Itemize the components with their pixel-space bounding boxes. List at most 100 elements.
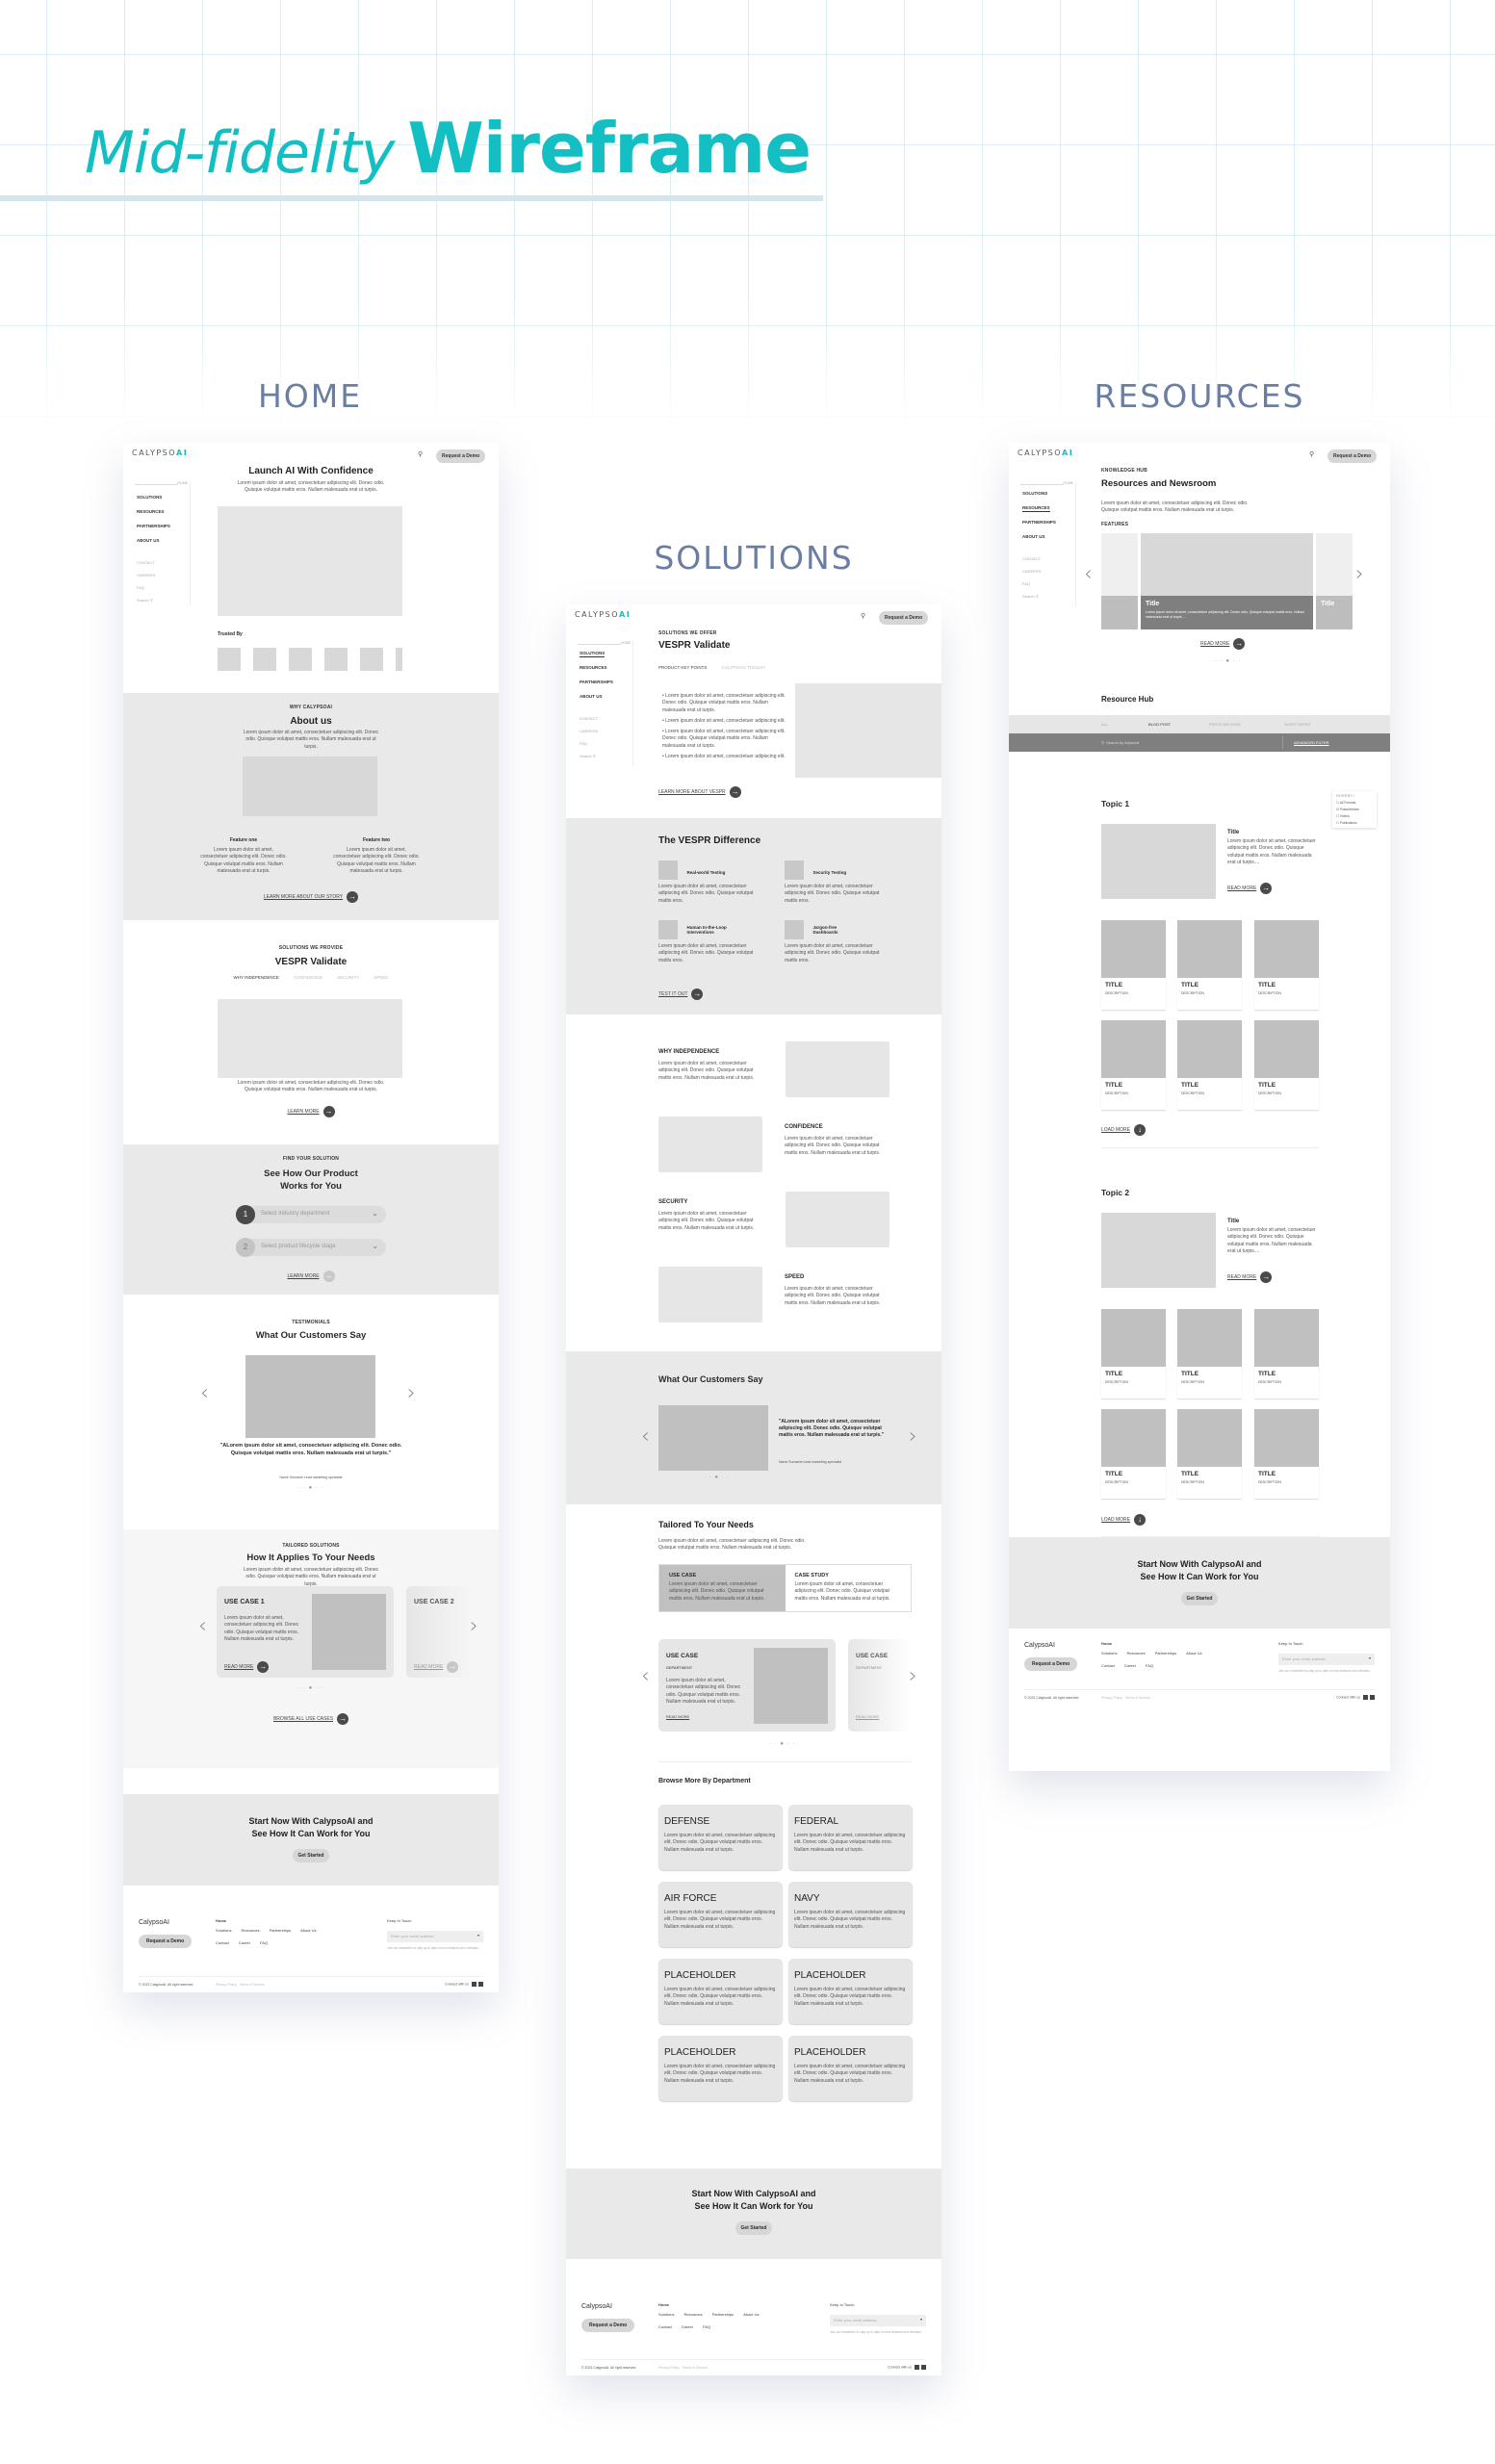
resource-tile[interactable]: TITLE DESCRIPTION (1177, 1409, 1242, 1499)
sidenav-item-resources[interactable]: RESOURCES (137, 509, 165, 514)
hub-tab-white-paper[interactable]: WHITE PAPER (1284, 715, 1310, 733)
resource-tile[interactable]: TITLE DESCRIPTION (1101, 920, 1166, 1010)
logo[interactable]: CALYPSOAI (1018, 449, 1073, 457)
search-icon[interactable]: ⚲ (861, 612, 865, 620)
sidenav-sub-faq[interactable]: FAQ (1022, 581, 1030, 586)
chevron-right-icon[interactable]: › (407, 1381, 416, 1405)
lifecycle-select[interactable]: 2 Select product lifecycle stage ⌄ (236, 1238, 386, 1257)
sidenav-item-partnerships[interactable]: PARTNERSHIPS (580, 680, 613, 684)
arrow-right-icon[interactable]: → (691, 988, 704, 1000)
email-input[interactable]: Enter your email address ▾ (830, 2315, 926, 2326)
sidenav-item-resources[interactable]: RESOURCES (1022, 505, 1050, 512)
request-demo-button[interactable]: Request a Demo (436, 449, 486, 463)
sidenav-item-solutions[interactable]: SOLUTIONS (137, 495, 162, 500)
chevron-right-icon[interactable]: › (909, 1424, 917, 1449)
arrow-right-icon[interactable]: → (322, 1105, 335, 1117)
resource-tile[interactable]: TITLE DESCRIPTION (1101, 1409, 1166, 1499)
resource-tile[interactable]: TITLE DESCRIPTION (1177, 1020, 1242, 1110)
carousel-dots[interactable]: · · ● · · (1215, 658, 1241, 664)
resource-tile[interactable]: TITLE DESCRIPTION (1177, 1309, 1242, 1399)
filter-label[interactable]: FILTER BY ˄ (1336, 794, 1373, 798)
send-icon[interactable]: ▾ (920, 2317, 922, 2322)
logo[interactable]: CALYPSOAI (132, 449, 188, 457)
arrow-right-icon[interactable]: → (1233, 637, 1246, 650)
sidenav-item-solutions[interactable]: SOLUTIONS (580, 651, 606, 657)
learn-more-vespr-link[interactable]: LEARN MORE ABOUT VESPR → (658, 783, 741, 801)
search-icon[interactable]: ⚲ (418, 450, 423, 458)
arrow-right-icon[interactable]: → (1260, 882, 1273, 894)
feature-slide-prev[interactable] (1101, 533, 1138, 629)
industry-select[interactable]: 1 Select industry department ⌄ (236, 1205, 386, 1224)
resource-tile[interactable]: TITLE DESCRIPTION (1101, 1020, 1166, 1110)
department-card[interactable]: PLACEHOLDER Lorem ipsum dolor sit amet, c… (658, 1959, 783, 2024)
arrow-right-icon[interactable]: → (347, 890, 359, 903)
social-icon[interactable] (1370, 1695, 1375, 1700)
sidenav-sub-faq[interactable]: FAQ (137, 585, 144, 590)
logo[interactable]: CALYPSOAI (575, 610, 631, 619)
chevron-right-icon[interactable]: › (1355, 562, 1364, 586)
filter-option[interactable]: ☐ Videos (1336, 814, 1373, 818)
chevron-right-icon[interactable]: › (909, 1664, 917, 1688)
arrow-right-icon[interactable]: → (729, 785, 741, 798)
email-input[interactable]: Enter your email address ▾ (387, 1931, 483, 1942)
chevron-left-icon[interactable]: ‹ (641, 1424, 650, 1449)
sidenav-sub-search[interactable]: Search ⚲ (137, 598, 153, 603)
sidenav-item-resources[interactable]: RESOURCES (580, 665, 607, 670)
carousel-dots[interactable]: · · ● · · (704, 1475, 730, 1480)
chevron-left-icon[interactable]: ‹ (200, 1381, 209, 1405)
arrow-right-icon[interactable]: → (322, 1270, 335, 1282)
department-card[interactable]: DEFENSE Lorem ipsum dolor sit amet, conse… (658, 1805, 783, 1870)
filter-option[interactable]: ☐ Publications (1336, 821, 1373, 825)
arrow-right-icon[interactable]: → (257, 1660, 270, 1673)
browse-use-cases-link[interactable]: BROWSE ALL USE CASES → (123, 1710, 499, 1728)
use-case-card[interactable]: USE CASE 2 READ MORE → (406, 1586, 474, 1678)
sidenav-sub-careers[interactable]: CAREERS (1022, 569, 1041, 574)
feature-read-more[interactable]: READ MORE → (1200, 635, 1246, 653)
filter-option[interactable]: ☑ Posts/Articles (1336, 808, 1373, 811)
test-it-out-link[interactable]: TEST IT OUT → (658, 986, 704, 1003)
use-case-card[interactable]: USE CASE 1 Lorem ipsum dolor sit amet, c… (217, 1586, 394, 1678)
sidenav-sub-contact[interactable]: CONTACT (1022, 556, 1041, 561)
send-icon[interactable]: ▾ (1369, 1656, 1371, 1660)
request-demo-button[interactable]: Request a Demo (1327, 449, 1378, 463)
load-more-button[interactable]: LOAD MORE ↓ (1101, 1511, 1147, 1528)
use-case-card[interactable]: USE CASE DEPARTMENT Lorem ipsum dolor si… (658, 1639, 836, 1732)
arrow-right-icon[interactable]: → (337, 1712, 349, 1725)
hub-tab-all[interactable]: ALL (1101, 715, 1108, 733)
social-icon[interactable] (921, 2365, 926, 2370)
get-started-button[interactable]: Get Started (292, 1849, 330, 1863)
sidenav-item-partnerships[interactable]: PARTNERSHIPS (1022, 520, 1056, 525)
about-link[interactable]: LEARN MORE ABOUT OUR STORY → (123, 888, 499, 906)
department-card[interactable]: NAVY Lorem ipsum dolor sit amet, consecte… (788, 1882, 913, 1947)
finder-learn-more[interactable]: LEARN MORE → (123, 1268, 499, 1285)
footer-request-demo-button[interactable]: Request a Demo (581, 2319, 635, 2332)
sidenav-item-about[interactable]: ABOUT US (137, 538, 160, 543)
sidenav-sub-careers[interactable]: CAREERS (580, 729, 598, 733)
resource-tile[interactable]: TITLE DESCRIPTION (1254, 1309, 1319, 1399)
hub-tab-blog-post[interactable]: BLOG POST (1148, 715, 1171, 733)
sidenav-item-partnerships[interactable]: PARTNERSHIPS (137, 524, 170, 528)
advanced-filter-link[interactable]: ADVANCED FILTER (1294, 733, 1329, 752)
arrow-right-icon[interactable]: → (1260, 1270, 1273, 1283)
sidenav-sub-search[interactable]: Search ⚲ (580, 754, 596, 758)
tab-product-key-points[interactable]: PRODUCT KEY POINTS (658, 665, 707, 670)
chevron-left-icon[interactable]: ‹ (1084, 562, 1093, 586)
feature-slide[interactable]: Title Lorem ipsum dolor sit amet, consec… (1141, 533, 1313, 629)
social-icon[interactable] (478, 1982, 483, 1987)
filter-option[interactable]: ☐ All Formats (1336, 801, 1373, 805)
chevron-left-icon[interactable]: ‹ (641, 1664, 650, 1688)
get-started-button[interactable]: Get Started (735, 2221, 773, 2236)
resource-tile[interactable]: TITLE DESCRIPTION (1177, 920, 1242, 1010)
sidenav-sub-careers[interactable]: CAREERS (137, 573, 155, 578)
get-started-button[interactable]: Get Started (1180, 1592, 1219, 1606)
hub-tab-press-release[interactable]: PRESS RELEASE (1209, 715, 1241, 733)
sidenav-sub-contact[interactable]: CONTACT (137, 560, 155, 565)
sidenav-item-about[interactable]: ABOUT US (580, 694, 603, 699)
tab-confidence[interactable]: CONFIDENCE (294, 975, 322, 980)
chevron-left-icon[interactable]: ‹ (198, 1614, 207, 1638)
department-card[interactable]: PLACEHOLDER Lorem ipsum dolor sit amet, c… (788, 1959, 913, 2024)
carousel-dots[interactable]: · · ● · · (123, 1685, 499, 1691)
linkedin-icon[interactable] (1363, 1695, 1368, 1700)
sidenav-sub-contact[interactable]: CONTACT (580, 716, 598, 721)
sidenav-item-solutions[interactable]: SOLUTIONS (1022, 491, 1047, 496)
